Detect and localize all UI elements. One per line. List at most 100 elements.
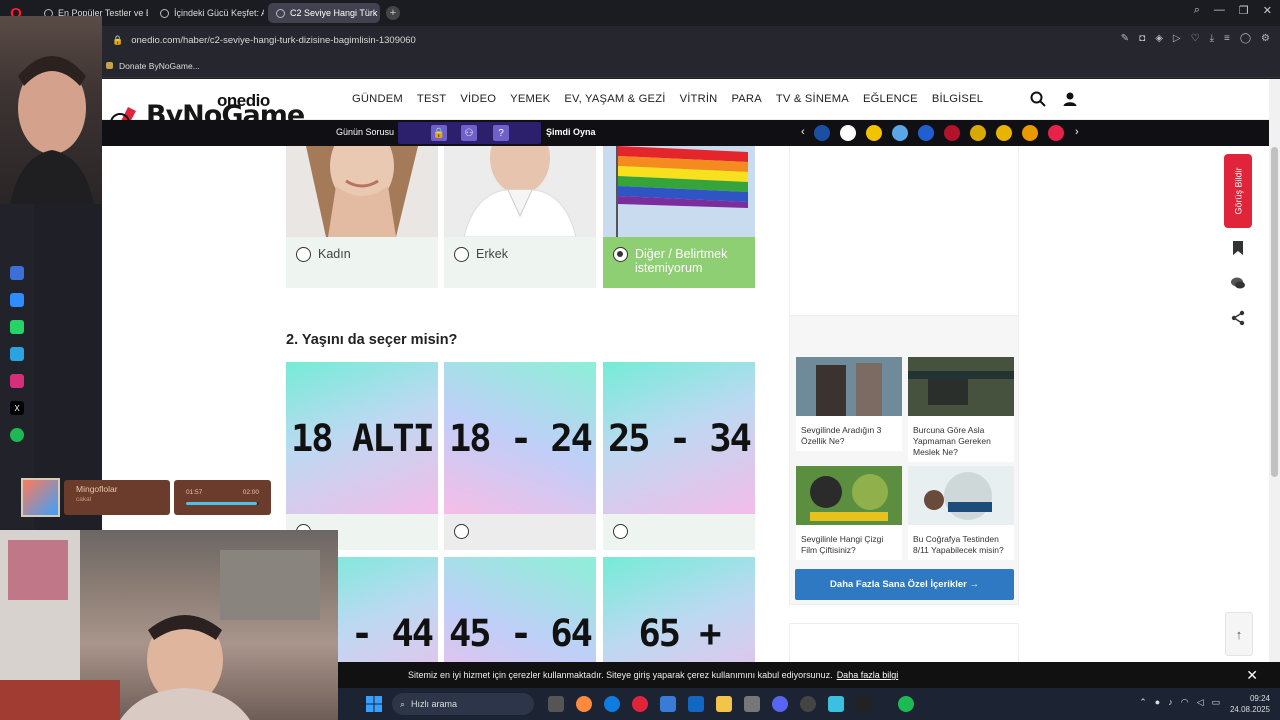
daily-question-box[interactable]: 🔒 ⚇ ? <box>398 122 541 144</box>
brand-logo-icon[interactable] <box>1048 125 1064 141</box>
close-window-icon[interactable]: ✕ <box>1263 4 1272 17</box>
maximize-icon[interactable]: ❐ <box>1239 4 1249 17</box>
brand-logo-icon[interactable] <box>944 125 960 141</box>
lock-icon[interactable]: 🔒 <box>112 35 123 46</box>
close-icon[interactable]: ✕ <box>1246 667 1258 684</box>
discord-icon[interactable] <box>772 696 788 712</box>
recommendation-card[interactable]: Bu Coğrafya Testinden 8/11 Yapabilecek m… <box>908 466 1014 560</box>
browser-tab-active[interactable]: C2 Seviye Hangi Türk Dizi <box>268 3 380 23</box>
age-option[interactable]: 18 - 24 <box>444 362 596 550</box>
heart-icon[interactable]: ♡ <box>1191 33 1200 44</box>
search-tabs-icon[interactable]: ⌕ <box>1194 4 1200 17</box>
profile-icon[interactable]: ◯ <box>1240 33 1251 44</box>
nav-eglence[interactable]: EĞLENCE <box>863 93 918 105</box>
brand-logo-icon[interactable] <box>866 125 882 141</box>
back-to-top-icon[interactable]: ↑ <box>1225 612 1253 656</box>
chevron-up-icon[interactable]: ⌃ <box>1139 697 1147 708</box>
nav-bilgisel[interactable]: BİLGİSEL <box>932 93 983 105</box>
radio-icon[interactable] <box>613 524 628 539</box>
camera-icon[interactable]: ◘ <box>1139 33 1145 44</box>
aria-icon[interactable] <box>10 266 24 280</box>
bookmark-icon[interactable] <box>1230 240 1246 256</box>
copilot-icon[interactable] <box>576 696 592 712</box>
edit-icon[interactable]: ✎ <box>1121 33 1129 44</box>
brand-logo-icon[interactable] <box>996 125 1012 141</box>
opera-icon[interactable] <box>632 696 648 712</box>
share-icon[interactable] <box>1230 310 1246 326</box>
menu-icon[interactable]: ≡ <box>1224 33 1230 44</box>
radio-checked-icon[interactable] <box>613 247 628 262</box>
file-explorer-icon[interactable] <box>716 696 732 712</box>
tray-app-icon[interactable]: ● <box>1155 697 1160 708</box>
edge-icon[interactable] <box>604 696 620 712</box>
gender-option-kadin[interactable]: Kadın <box>286 146 438 288</box>
battery-icon[interactable]: ▭ <box>1211 697 1220 708</box>
nav-para[interactable]: PARA <box>731 93 761 105</box>
app-icon[interactable] <box>744 696 760 712</box>
app-icon[interactable] <box>800 696 816 712</box>
bookmark-item[interactable]: Donate ByNoGame... <box>106 61 200 71</box>
nav-video[interactable]: VİDEO <box>460 93 496 105</box>
feedback-button[interactable]: Görüş Bildir <box>1224 154 1252 228</box>
radio-icon[interactable] <box>454 247 469 262</box>
nav-ev-yasam-gezi[interactable]: EV, YAŞAM & GEZİ <box>564 93 665 105</box>
url-field[interactable]: onedio.com/haber/c2-seviye-hangi-turk-di… <box>131 35 416 46</box>
outlook-icon[interactable] <box>688 696 704 712</box>
brand-logo-icon[interactable] <box>814 125 830 141</box>
taskbar-search[interactable]: ⌕ Hızlı arama <box>392 693 534 715</box>
nav-yemek[interactable]: YEMEK <box>510 93 550 105</box>
search-icon[interactable] <box>1030 91 1046 107</box>
nav-gundem[interactable]: GÜNDEM <box>352 93 403 105</box>
shield-icon[interactable]: ◈ <box>1155 33 1163 44</box>
nav-tv-sinema[interactable]: TV & SİNEMA <box>776 93 849 105</box>
more-content-button[interactable]: Daha Fazla Sana Özel İçerikler → <box>795 569 1014 600</box>
nav-test[interactable]: TEST <box>417 93 446 105</box>
spotify-icon[interactable] <box>898 696 914 712</box>
radio-icon[interactable] <box>296 247 311 262</box>
microphone-icon[interactable]: ♪ <box>1168 697 1173 708</box>
x-twitter-icon[interactable]: X <box>10 401 24 415</box>
brand-logo-icon[interactable] <box>892 125 908 141</box>
gender-option-erkek[interactable]: Erkek <box>444 146 596 288</box>
recommendation-card[interactable]: Sevgilinle Hangi Çizgi Film Çiftisiniz? <box>796 466 902 560</box>
cookie-more-link[interactable]: Daha fazla bilgi <box>837 670 899 680</box>
brand-logo-icon[interactable] <box>1022 125 1038 141</box>
brand-logo-icon[interactable] <box>970 125 986 141</box>
store-icon[interactable] <box>660 696 676 712</box>
brand-logo-icon[interactable] <box>918 125 934 141</box>
app-icon[interactable] <box>856 696 872 712</box>
download-icon[interactable]: ⤓ <box>1210 33 1214 44</box>
recommendation-card[interactable]: Burcuna Göre Asla Yapmaman Gereken Mesle… <box>908 357 1014 462</box>
app-icon[interactable] <box>828 696 844 712</box>
radio-icon[interactable] <box>454 524 469 539</box>
comments-icon[interactable] <box>1230 275 1246 291</box>
telegram-icon[interactable] <box>10 347 24 361</box>
wifi-icon[interactable]: ◠ <box>1181 697 1189 708</box>
scroll-thumb[interactable] <box>1271 147 1278 477</box>
browser-tab[interactable]: İçindeki Gücü Keşfet: Askı <box>152 3 264 23</box>
spotify-icon[interactable] <box>10 428 24 442</box>
instagram-icon[interactable] <box>10 374 24 388</box>
recommendation-card[interactable]: Sevgilinde Aradığın 3 Özellik Ne? <box>796 357 902 451</box>
messenger-icon[interactable] <box>10 293 24 307</box>
play-now-button[interactable]: Şimdi Oyna <box>546 127 596 137</box>
play-icon[interactable]: ▷ <box>1173 33 1181 44</box>
chevron-left-icon[interactable]: ‹ <box>801 126 805 138</box>
windows-start-icon[interactable] <box>366 696 382 712</box>
age-option[interactable]: 65 + <box>603 557 755 662</box>
brand-logo-icon[interactable] <box>840 125 856 141</box>
page-scrollbar[interactable] <box>1269 79 1280 662</box>
minimize-icon[interactable]: — <box>1214 4 1225 17</box>
whatsapp-icon[interactable] <box>10 320 24 334</box>
user-icon[interactable] <box>1062 91 1078 107</box>
chevron-right-icon[interactable]: › <box>1075 126 1079 138</box>
age-option[interactable]: 25 - 34 <box>603 362 755 550</box>
age-option[interactable]: 45 - 64 <box>444 557 596 662</box>
new-tab-icon[interactable]: + <box>386 6 400 20</box>
task-view-icon[interactable] <box>548 696 564 712</box>
volume-icon[interactable]: ◁ <box>1197 697 1204 708</box>
clock[interactable]: 09:24 24.08.2025 <box>1230 693 1270 715</box>
gender-option-diger[interactable]: Diğer / Belirtmek istemiyorum <box>603 146 755 288</box>
nav-vitrin[interactable]: VİTRİN <box>680 93 718 105</box>
settings-icon[interactable]: ⚙ <box>1261 33 1270 44</box>
